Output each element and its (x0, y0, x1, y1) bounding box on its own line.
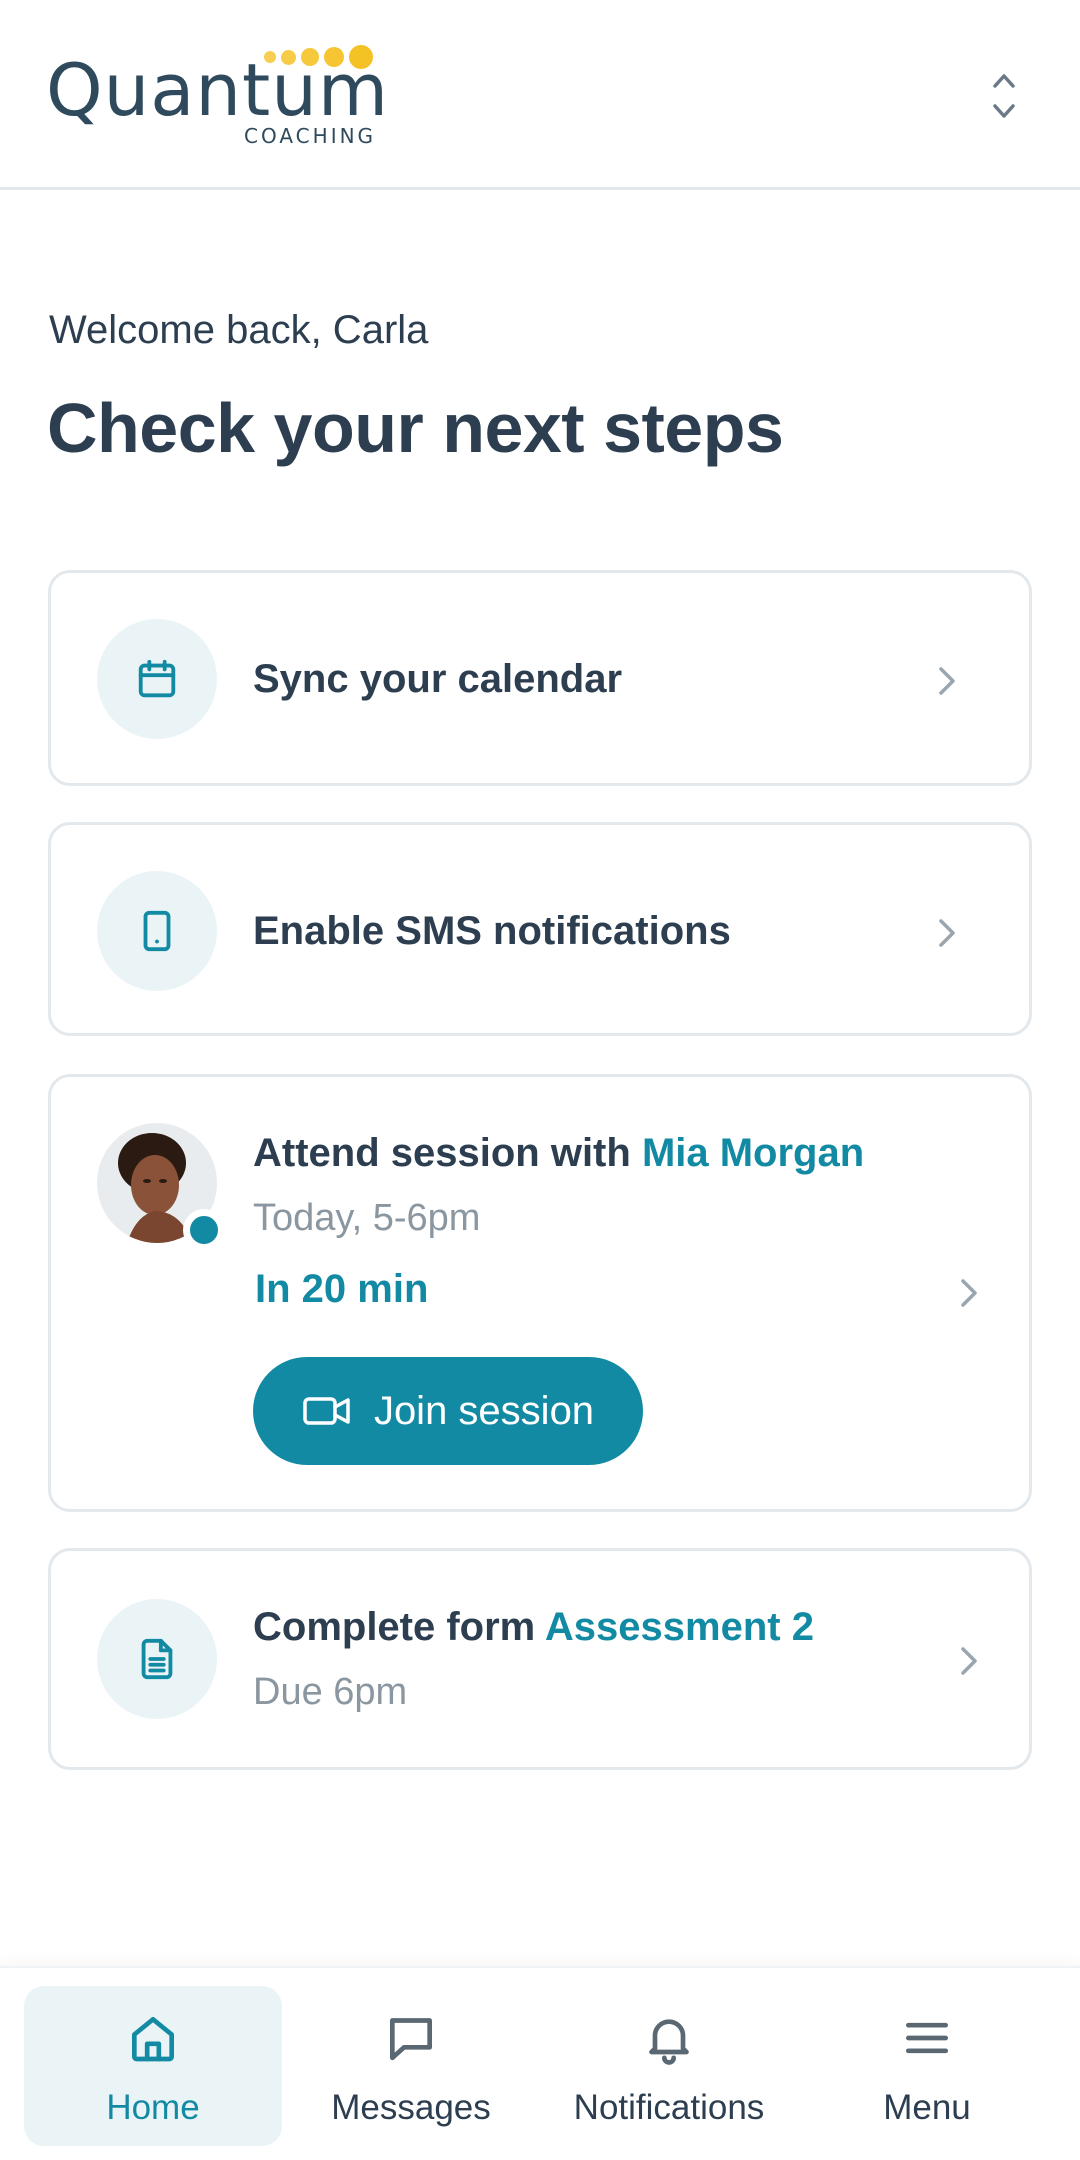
chevron-right-icon (961, 1647, 977, 1675)
chevron-up-down-icon (993, 74, 1015, 118)
nav-label-messages: Messages (331, 2088, 491, 2127)
nav-label-menu: Menu (883, 2088, 971, 2127)
phone-icon (143, 910, 171, 952)
phone-icon-badge (97, 871, 217, 991)
nav-item-notifications[interactable]: Notifications (540, 1986, 798, 2146)
welcome-text: Welcome back, Carla (49, 308, 429, 352)
session-time: Today, 5-6pm (253, 1197, 481, 1239)
join-session-label: Join session (373, 1388, 595, 1433)
app-screen: Quantum COACHING Welcome back, Carla Che… (0, 0, 1080, 2160)
nav-item-menu[interactable]: Menu (798, 1986, 1056, 2146)
bell-icon (649, 2019, 689, 2065)
session-countdown: In 20 min (255, 1267, 429, 1311)
form-due: Due 6pm (253, 1671, 408, 1713)
session-title: Attend session with Mia Morgan (253, 1131, 864, 1176)
bottom-navigation: Home Messages Notifications Menu (0, 1966, 1080, 2160)
enable-sms-card[interactable]: Enable SMS notifications (48, 822, 1032, 1036)
calendar-icon (138, 659, 176, 698)
attend-session-card[interactable]: Attend session with Mia Morgan Today, 5-… (48, 1074, 1032, 1512)
page-title: Check your next steps (47, 389, 784, 467)
chevron-right-icon (939, 667, 955, 695)
online-status-dot (183, 1209, 225, 1251)
form-name-link[interactable]: Assessment 2 (545, 1605, 814, 1649)
calendar-icon-badge (97, 619, 217, 739)
chat-icon (390, 2018, 432, 2061)
video-camera-icon (303, 1397, 350, 1425)
logo-wordmark: Quantum (46, 48, 390, 132)
account-switcher-button[interactable] (968, 60, 1040, 132)
chevron-right-icon (961, 1279, 977, 1307)
sync-calendar-card[interactable]: Sync your calendar (48, 570, 1032, 786)
nav-item-messages[interactable]: Messages (282, 1986, 540, 2146)
chevron-right-icon (939, 919, 955, 947)
hamburger-icon (906, 2022, 948, 2054)
coach-avatar (97, 1123, 225, 1251)
logo-subtitle: COACHING (244, 124, 377, 148)
form-title-prefix: Complete form (253, 1605, 536, 1649)
nav-label-notifications: Notifications (573, 2088, 765, 2127)
home-icon (132, 2017, 175, 2062)
coach-name-link[interactable]: Mia Morgan (642, 1131, 864, 1175)
session-title-prefix: Attend session with (253, 1131, 631, 1175)
document-icon-badge (97, 1599, 217, 1719)
nav-label-home: Home (106, 2088, 200, 2127)
quantum-coaching-logo[interactable]: Quantum COACHING (46, 44, 388, 154)
nav-item-home[interactable]: Home (24, 1986, 282, 2146)
join-session-button[interactable]: Join session (253, 1357, 643, 1465)
form-title: Complete form Assessment 2 (253, 1605, 814, 1650)
app-header: Quantum COACHING (0, 0, 1080, 190)
enable-sms-label: Enable SMS notifications (253, 909, 731, 953)
complete-form-card[interactable]: Complete form Assessment 2 Due 6pm (48, 1548, 1032, 1770)
document-icon (141, 1638, 173, 1680)
sync-calendar-label: Sync your calendar (253, 657, 623, 701)
